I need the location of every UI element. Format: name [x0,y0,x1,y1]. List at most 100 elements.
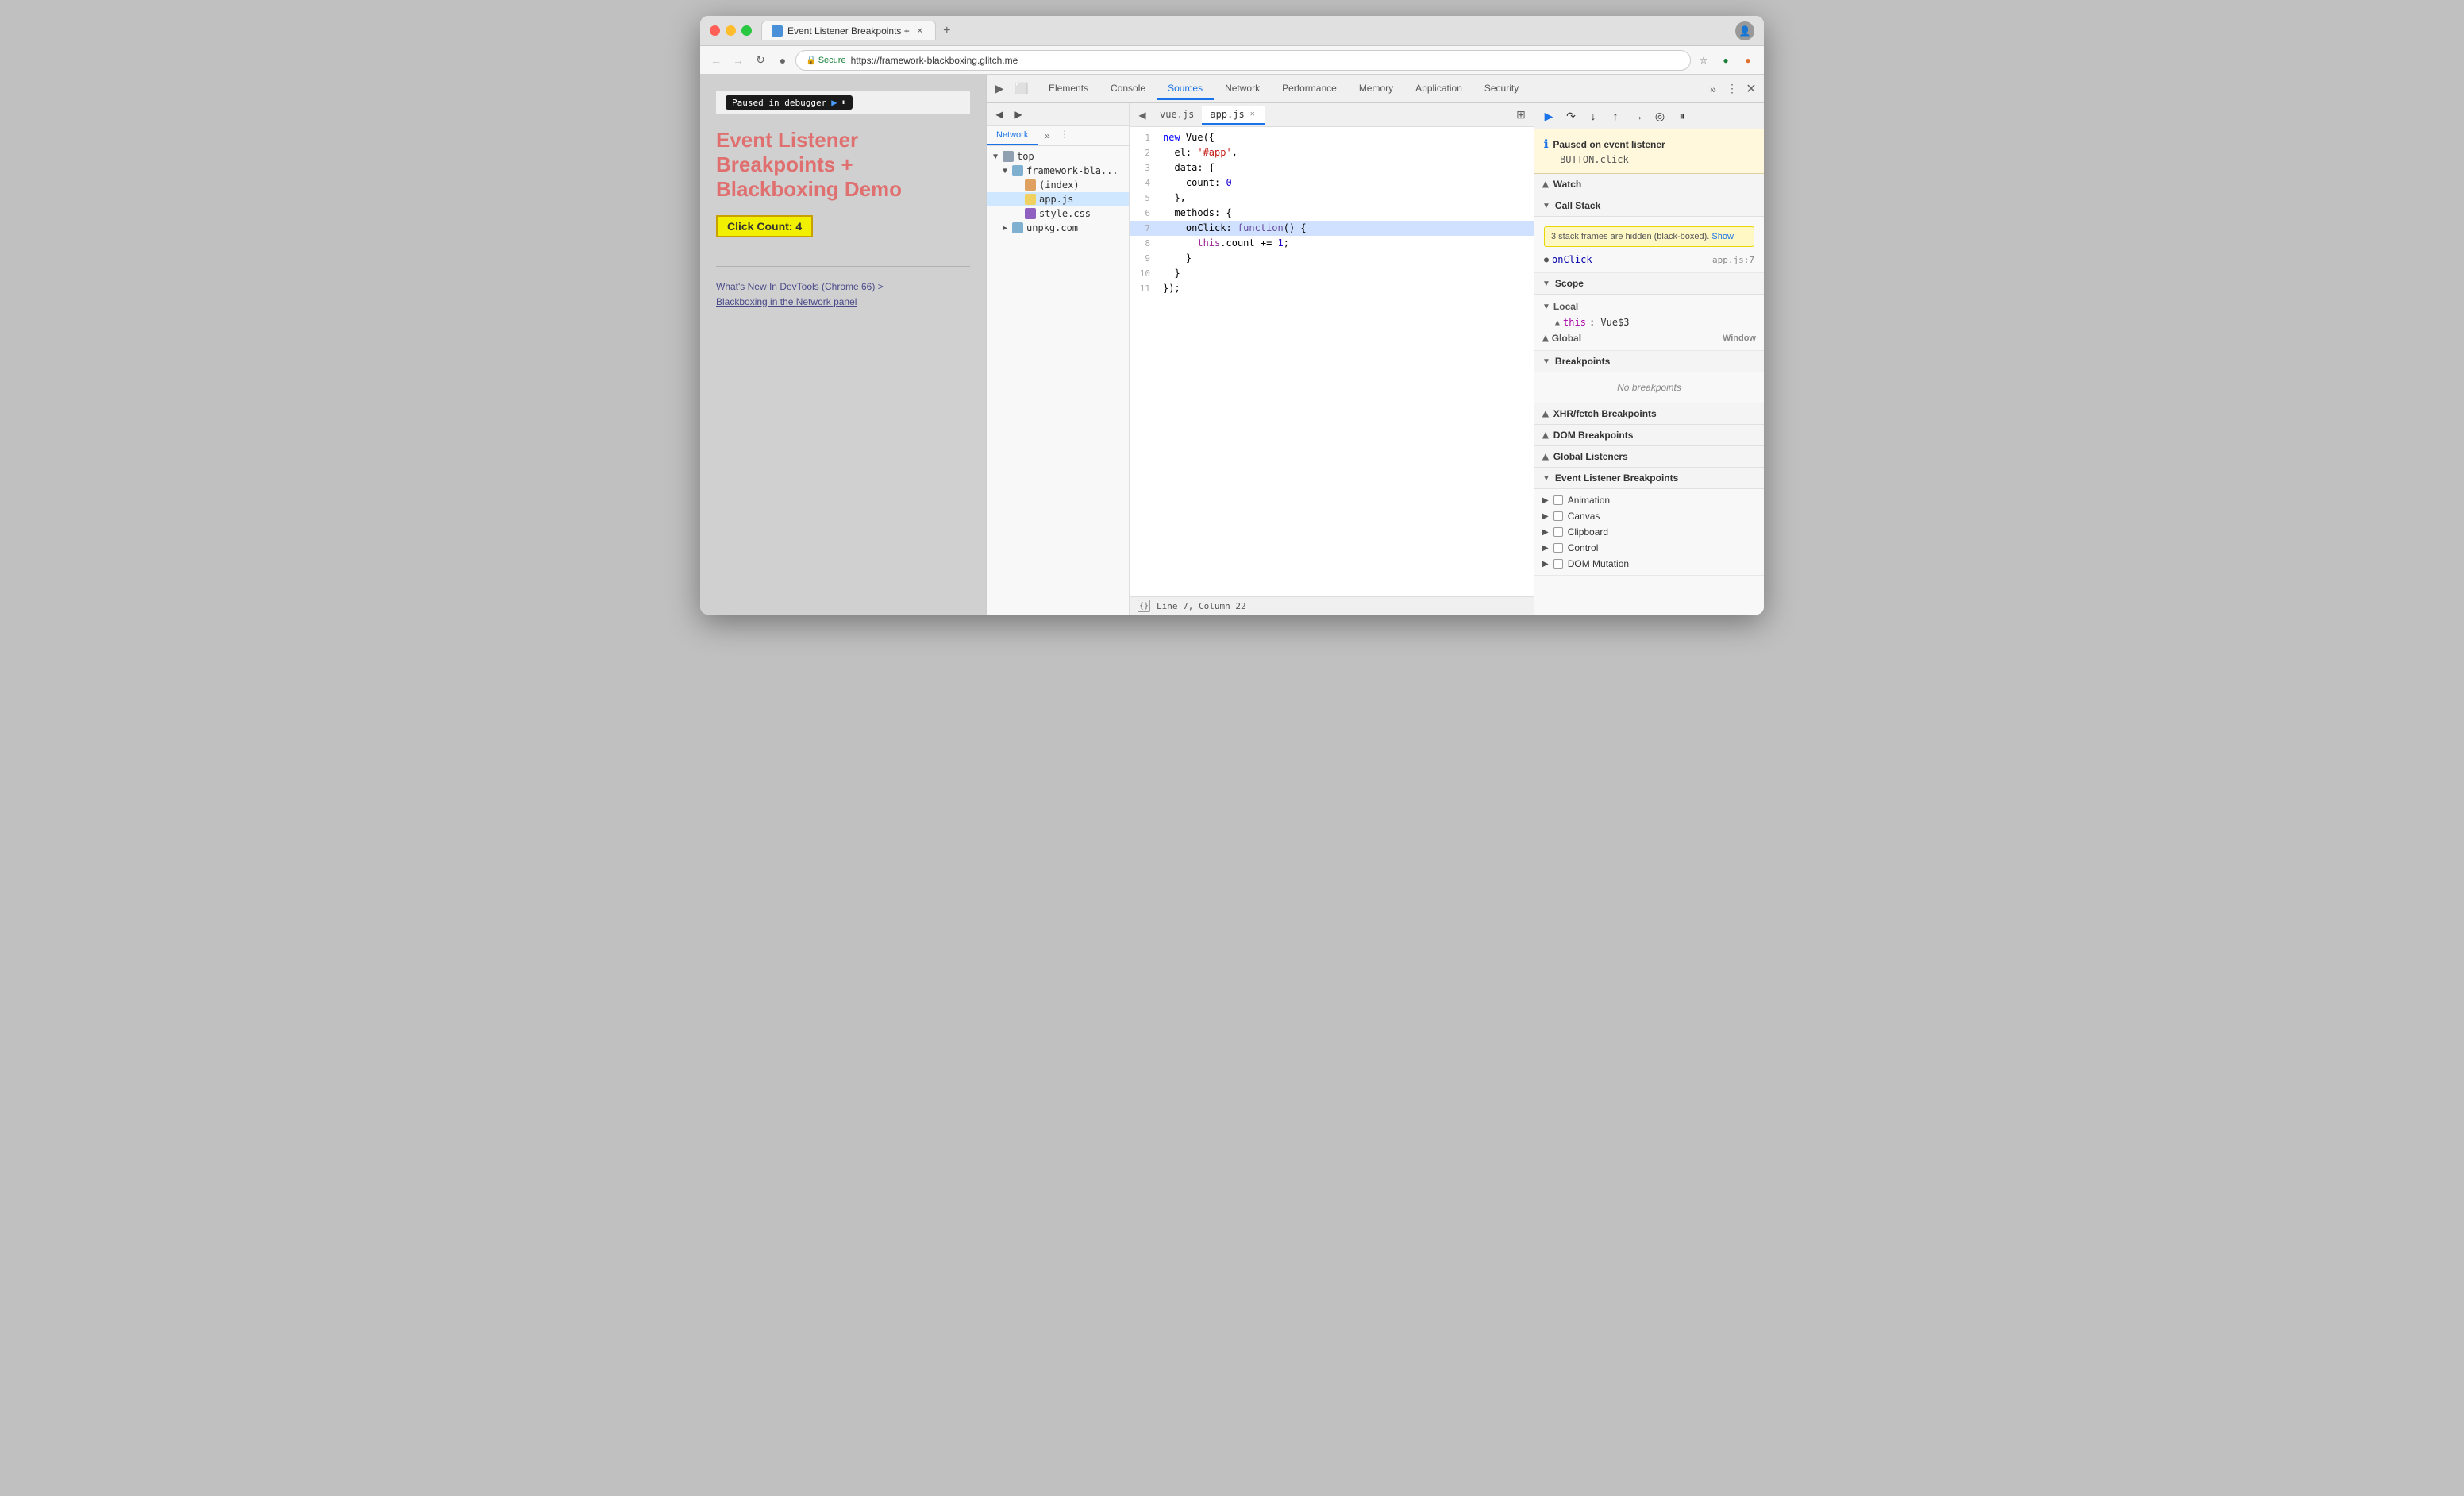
bookmark-button[interactable]: ☆ [1694,51,1713,70]
inspect-element-button[interactable]: ▶ [990,79,1009,98]
local-scope-header[interactable]: ▼ Local [1542,298,1756,315]
step-over-button[interactable]: ↷ [1561,106,1580,125]
sources-options-btn[interactable]: ⋮ [1057,126,1072,142]
link-whats-new[interactable]: What's New In DevTools (Chrome 66) > [716,281,884,292]
pause-icon[interactable]: ⏸ [841,97,846,108]
green-circle: ● [1716,51,1735,70]
home-button[interactable]: ● [773,51,792,70]
back-button[interactable]: ← [706,51,726,70]
tab-label: Event Listener Breakpoints + [787,25,910,37]
more-tabs-button[interactable]: » [1704,79,1723,98]
device-toolbar-button[interactable]: ⬜ [1012,79,1031,98]
address-actions: ☆ ● ● [1694,51,1758,70]
scope-content: ▼ Local ▶ this: Vue$3 ▶ Global [1534,295,1764,351]
call-stack-item-arrow: ● [1544,256,1549,264]
sidebar-forward-button[interactable]: ▶ [1011,106,1026,122]
sidebar-back-button[interactable]: ◀ [991,106,1007,122]
tab-elements[interactable]: Elements [1038,78,1099,100]
watch-arrow: ▶ [1541,181,1550,187]
paused-text: Paused in debugger [732,98,826,108]
forward-button[interactable]: → [729,51,748,70]
tab-network[interactable]: Network [1214,78,1271,100]
scope-section-header[interactable]: ▼ Scope [1534,273,1764,295]
event-bp-animation[interactable]: ▶ Animation [1542,492,1756,508]
reload-button[interactable]: ↻ [751,51,770,70]
code-line-4: 4 count: 0 [1130,175,1534,191]
editor-nav-back[interactable]: ◀ [1133,106,1152,125]
pretty-print-button[interactable]: {} [1138,600,1150,612]
tree-item-framework[interactable]: ▼ framework-bla... [987,164,1129,178]
show-blackboxed-link[interactable]: Show [1711,232,1734,241]
tab-performance[interactable]: Performance [1271,78,1348,100]
sources-network-tabs: Network » ⋮ [987,126,1129,146]
editor-tab-close[interactable]: ✕ [1248,110,1257,119]
pause-on-exceptions-button[interactable]: ⏸ [1673,106,1692,125]
event-bp-canvas[interactable]: ▶ Canvas [1542,508,1756,524]
no-breakpoints-label: No breakpoints [1542,376,1756,399]
tab-close-button[interactable]: ✕ [914,25,926,37]
devtools-panel: ▶ ⬜ Elements Console Sources Network Per… [986,75,1764,615]
breakpoints-content: No breakpoints [1534,372,1764,403]
code-line-9: 9 } [1130,251,1534,266]
sources-network-tab[interactable]: Network [987,126,1038,145]
xhr-arrow: ▶ [1541,411,1550,417]
tree-item-unpkg[interactable]: ▶ unpkg.com [987,221,1129,235]
xhr-breakpoints-header[interactable]: ▶ XHR/fetch Breakpoints [1534,403,1764,425]
breakpoints-section-header[interactable]: ▼ Breakpoints [1534,351,1764,372]
step-into-button[interactable]: ↓ [1584,106,1603,125]
tree-item-top[interactable]: ▼ top [987,149,1129,164]
window-controls: 👤 [1735,21,1754,40]
deactivate-bp-button[interactable]: ◎ [1650,106,1669,125]
call-stack-item-onclick[interactable]: ● onClick app.js:7 [1544,252,1754,268]
tree-arrow-unpkg: ▶ [1003,224,1012,233]
devtools-tab-icons: ▶ ⬜ [990,79,1031,98]
tree-arrow-framework: ▼ [1003,167,1012,175]
global-listeners-header[interactable]: ▶ Global Listeners [1534,446,1764,468]
resume-icon[interactable]: ▶ [831,97,837,108]
link-blackboxing[interactable]: Blackboxing in the Network panel [716,296,857,307]
traffic-lights [710,25,752,36]
title-bar: Event Listener Breakpoints + ✕ + 👤 [700,16,1764,46]
scope-this[interactable]: ▶ this: Vue$3 [1542,315,1756,330]
event-bp-header[interactable]: ▼ Event Listener Breakpoints [1534,468,1764,489]
tab-memory[interactable]: Memory [1348,78,1404,100]
tab-sources[interactable]: Sources [1157,78,1214,100]
code-area[interactable]: 1 new Vue({ 2 el: '#app', 3 data: { [1130,127,1534,596]
sources-more-btn[interactable]: » [1038,126,1057,145]
step-out-button[interactable]: ↑ [1606,106,1625,125]
close-button[interactable] [710,25,720,36]
active-tab[interactable]: Event Listener Breakpoints + ✕ [761,21,936,40]
editor-tab-appjs[interactable]: app.js ✕ [1202,106,1265,125]
scope-arrow: ▼ [1542,280,1550,288]
paused-title: ℹ Paused on event listener [1544,137,1754,151]
minimize-button[interactable] [726,25,736,36]
watch-section-header[interactable]: ▶ Watch [1534,174,1764,195]
step-button[interactable]: → [1628,106,1647,125]
editor-tab-vuejs[interactable]: vue.js [1152,106,1202,125]
tab-bar: Event Listener Breakpoints + ✕ + [761,20,1735,42]
devtools-settings-button[interactable]: ⋮ [1723,79,1742,98]
event-bp-control[interactable]: ▶ Control [1542,540,1756,556]
tree-arrow-top: ▼ [993,152,1003,161]
tree-item-appjs[interactable]: app.js [987,192,1129,206]
editor-dock-button[interactable]: ⊞ [1511,106,1530,125]
tree-item-stylecss[interactable]: style.css [987,206,1129,221]
global-scope-header[interactable]: ▶ Global Window [1542,330,1756,347]
page-main-content: Event Listener Breakpoints + Blackboxing… [716,115,970,322]
code-line-8: 8 this.count += 1; [1130,236,1534,251]
code-line-11: 11 }); [1130,281,1534,296]
dom-breakpoints-header[interactable]: ▶ DOM Breakpoints [1534,425,1764,446]
event-bp-clipboard[interactable]: ▶ Clipboard [1542,524,1756,540]
tab-console[interactable]: Console [1099,78,1157,100]
click-count: Click Count: 4 [716,215,813,237]
resume-button[interactable]: ▶ [1539,106,1558,125]
tab-security[interactable]: Security [1473,78,1530,100]
call-stack-section-header[interactable]: ▼ Call Stack [1534,195,1764,217]
new-tab-button[interactable]: + [936,20,958,42]
tab-application[interactable]: Application [1404,78,1473,100]
devtools-close-button[interactable]: ✕ [1742,79,1761,98]
address-input[interactable]: 🔒 Secure https://framework-blackboxing.g… [795,50,1691,71]
tree-item-index[interactable]: (index) [987,178,1129,192]
event-bp-dom-mutation[interactable]: ▶ DOM Mutation [1542,556,1756,572]
maximize-button[interactable] [741,25,752,36]
